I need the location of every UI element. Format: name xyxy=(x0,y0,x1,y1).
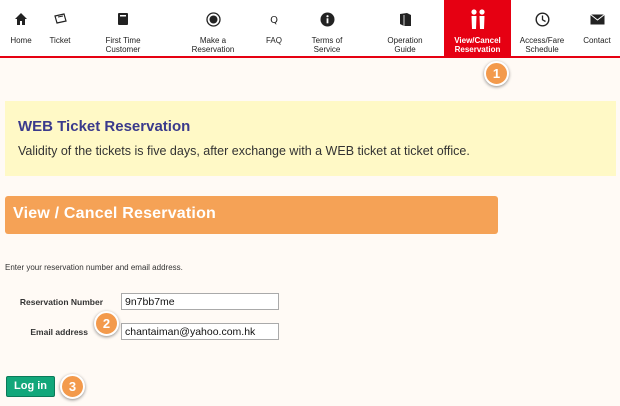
nav-label: Access/Fare Schedule xyxy=(519,36,565,54)
email-address-input[interactable] xyxy=(121,323,279,340)
nav-label: Home xyxy=(10,36,32,45)
nav-label: FAQ xyxy=(265,36,282,45)
clock-icon xyxy=(513,10,571,28)
reservation-number-label: Reservation Number xyxy=(19,297,103,307)
login-button[interactable]: Log in xyxy=(6,376,55,397)
notice-box: WEB Ticket Reservation Validity of the t… xyxy=(5,101,616,176)
nav-label: Operation Guide xyxy=(387,36,423,54)
nav-label: Terms of Service xyxy=(311,36,343,54)
guide-book-icon xyxy=(378,10,432,28)
nav-faq[interactable]: Q FAQ xyxy=(259,0,289,56)
step-badge-1: 1 xyxy=(484,61,509,86)
notice-text: Validity of the tickets is five days, af… xyxy=(18,144,470,158)
nav-contact[interactable]: Contact xyxy=(576,0,618,56)
email-address-label: Email address xyxy=(30,327,88,337)
nav-access-fare-schedule[interactable]: Access/Fare Schedule xyxy=(513,0,571,56)
form-instruction: Enter your reservation number and email … xyxy=(5,263,183,272)
nav-home[interactable]: Home xyxy=(2,0,40,56)
step-badge-3: 3 xyxy=(60,374,85,399)
nav-view-cancel-reservation[interactable]: View/Cancel Reservation xyxy=(444,0,511,56)
record-icon xyxy=(183,10,243,28)
svg-text:Q: Q xyxy=(270,15,278,25)
page-title: View / Cancel Reservation xyxy=(13,205,217,222)
top-navigation: Home Ticket First Time Customer Make a R… xyxy=(0,0,620,58)
nav-operation-guide[interactable]: Operation Guide xyxy=(378,0,432,56)
nav-label: Make a Reservation xyxy=(191,36,235,54)
book-icon xyxy=(94,10,152,28)
step-badge-2: 2 xyxy=(94,311,119,336)
question-icon: Q xyxy=(259,10,289,28)
nav-label: View/Cancel Reservation xyxy=(454,36,501,54)
section-header: View / Cancel Reservation xyxy=(5,196,498,234)
nav-first-time-customer[interactable]: First Time Customer xyxy=(94,0,152,56)
nav-label: Contact xyxy=(583,36,611,45)
notice-title: WEB Ticket Reservation xyxy=(18,118,191,135)
home-icon xyxy=(2,10,40,28)
envelope-icon xyxy=(576,10,618,28)
nav-ticket[interactable]: Ticket xyxy=(41,0,79,56)
nav-label: First Time Customer xyxy=(105,36,141,54)
info-icon xyxy=(302,10,352,28)
people-icon xyxy=(444,8,511,30)
reservation-number-input[interactable] xyxy=(121,293,279,310)
nav-make-reservation[interactable]: Make a Reservation xyxy=(183,0,243,56)
nav-label: Ticket xyxy=(49,36,71,45)
nav-terms-of-service[interactable]: Terms of Service xyxy=(302,0,352,56)
ticket-icon xyxy=(41,10,79,28)
